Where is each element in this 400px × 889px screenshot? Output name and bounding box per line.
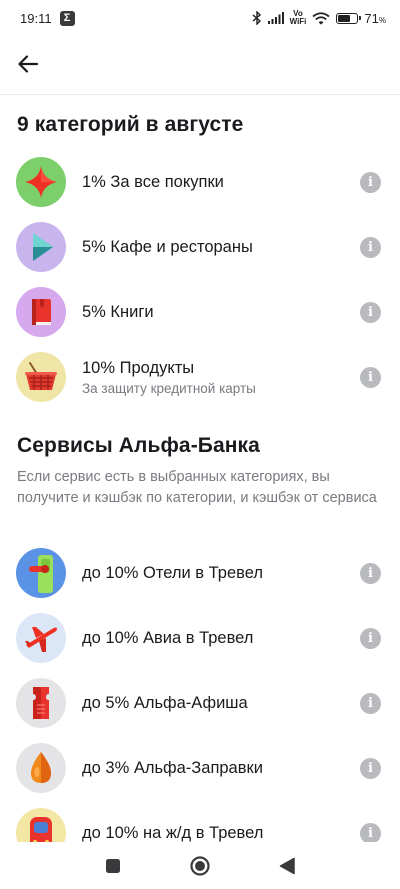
- service-icon: [16, 678, 66, 728]
- play-icon: [33, 233, 53, 261]
- category-row[interactable]: 1% За все покупки i: [0, 152, 400, 212]
- service-row[interactable]: до 10% Авиа в Тревел i: [0, 608, 400, 668]
- status-bar: 19:11 Σ Vo WiFi 71%: [0, 0, 400, 36]
- fuel-drop-icon: [31, 752, 51, 783]
- status-right: Vo WiFi 71%: [252, 10, 386, 26]
- category-title: 5% Книги: [82, 302, 154, 321]
- service-title: до 5% Альфа-Афиша: [82, 693, 248, 712]
- category-icon: [16, 157, 66, 207]
- service-text: до 10% Авиа в Тревел: [82, 608, 253, 668]
- category-icon: [16, 287, 66, 337]
- battery-icon: [336, 12, 362, 24]
- info-icon[interactable]: i: [360, 823, 381, 844]
- system-nav-bar: [0, 842, 400, 889]
- categories-title: 9 категорий в августе: [17, 113, 244, 136]
- book-icon: [32, 299, 51, 325]
- signal-icon: [267, 12, 284, 24]
- ticket-icon: [33, 687, 49, 719]
- category-title: 5% Кафе и рестораны: [82, 237, 253, 256]
- service-title: до 3% Альфа-Заправки: [82, 758, 263, 777]
- service-text: до 10% Отели в Тревел: [82, 543, 263, 603]
- door-handle-icon: [29, 555, 53, 593]
- battery-percent-value: 71: [364, 10, 379, 26]
- arrow-left-icon: [18, 55, 38, 73]
- info-icon[interactable]: i: [360, 237, 381, 258]
- category-subtitle: За защиту кредитной карты: [82, 380, 256, 396]
- category-row[interactable]: 5% Книги i: [0, 282, 400, 342]
- services-title: Сервисы Альфа-Банка: [17, 434, 260, 457]
- basket-icon: [25, 362, 57, 390]
- category-text: 5% Книги: [82, 282, 154, 342]
- vowifi-indicator: Vo WiFi: [290, 10, 307, 26]
- service-title: до 10% на ж/д в Тревел: [82, 823, 264, 842]
- category-title: 10% Продукты: [82, 358, 195, 377]
- service-icon: [16, 548, 66, 598]
- service-text: до 5% Альфа-Афиша: [82, 673, 248, 733]
- service-title: до 10% Отели в Тревел: [82, 563, 263, 582]
- category-row[interactable]: 10% Продукты За защиту кредитной карты i: [0, 347, 400, 407]
- notification-icon: Σ: [59, 10, 75, 26]
- star-icon: [25, 166, 57, 198]
- recents-button[interactable]: [98, 851, 128, 881]
- service-row[interactable]: до 3% Альфа-Заправки i: [0, 738, 400, 798]
- square-icon: [106, 858, 121, 873]
- service-text: до 3% Альфа-Заправки: [82, 738, 263, 798]
- category-row[interactable]: 5% Кафе и рестораны i: [0, 217, 400, 277]
- info-icon[interactable]: i: [360, 563, 381, 584]
- category-text: 5% Кафе и рестораны: [82, 217, 253, 277]
- back-button[interactable]: [12, 48, 44, 80]
- wifi-icon: [312, 11, 330, 25]
- header-divider: [0, 94, 400, 95]
- service-row[interactable]: до 10% Отели в Тревел i: [0, 543, 400, 603]
- info-icon[interactable]: i: [360, 758, 381, 779]
- airplane-icon: [25, 627, 57, 652]
- home-button[interactable]: [185, 851, 215, 881]
- category-icon: [16, 352, 66, 402]
- info-icon[interactable]: i: [360, 172, 381, 193]
- battery-percent-unit: %: [378, 15, 386, 25]
- info-icon[interactable]: i: [360, 693, 381, 714]
- info-icon[interactable]: i: [360, 302, 381, 323]
- vowifi-bottom: WiFi: [289, 17, 307, 26]
- service-title: до 10% Авиа в Тревел: [82, 628, 254, 647]
- service-row[interactable]: до 5% Альфа-Афиша i: [0, 673, 400, 733]
- circle-icon: [190, 855, 210, 876]
- category-icon: [16, 222, 66, 272]
- back-nav-button[interactable]: [272, 851, 302, 881]
- info-icon[interactable]: i: [360, 628, 381, 649]
- category-title: 1% За все покупки: [82, 172, 224, 191]
- info-icon[interactable]: i: [360, 367, 381, 388]
- service-icon: [16, 743, 66, 793]
- top-nav: [0, 36, 400, 92]
- status-time: 19:11: [20, 10, 52, 26]
- category-text: 1% За все покупки: [82, 152, 224, 212]
- service-icon: [16, 613, 66, 663]
- category-text: 10% Продукты За защиту кредитной карты: [82, 347, 256, 407]
- triangle-back-icon: [279, 857, 295, 874]
- battery-fill: [338, 14, 351, 22]
- status-left: 19:11 Σ: [20, 10, 75, 26]
- battery-percent: 71%: [364, 11, 386, 26]
- services-description: Если сервис есть в выбранных категориях,…: [17, 469, 377, 506]
- bluetooth-icon: [252, 11, 261, 25]
